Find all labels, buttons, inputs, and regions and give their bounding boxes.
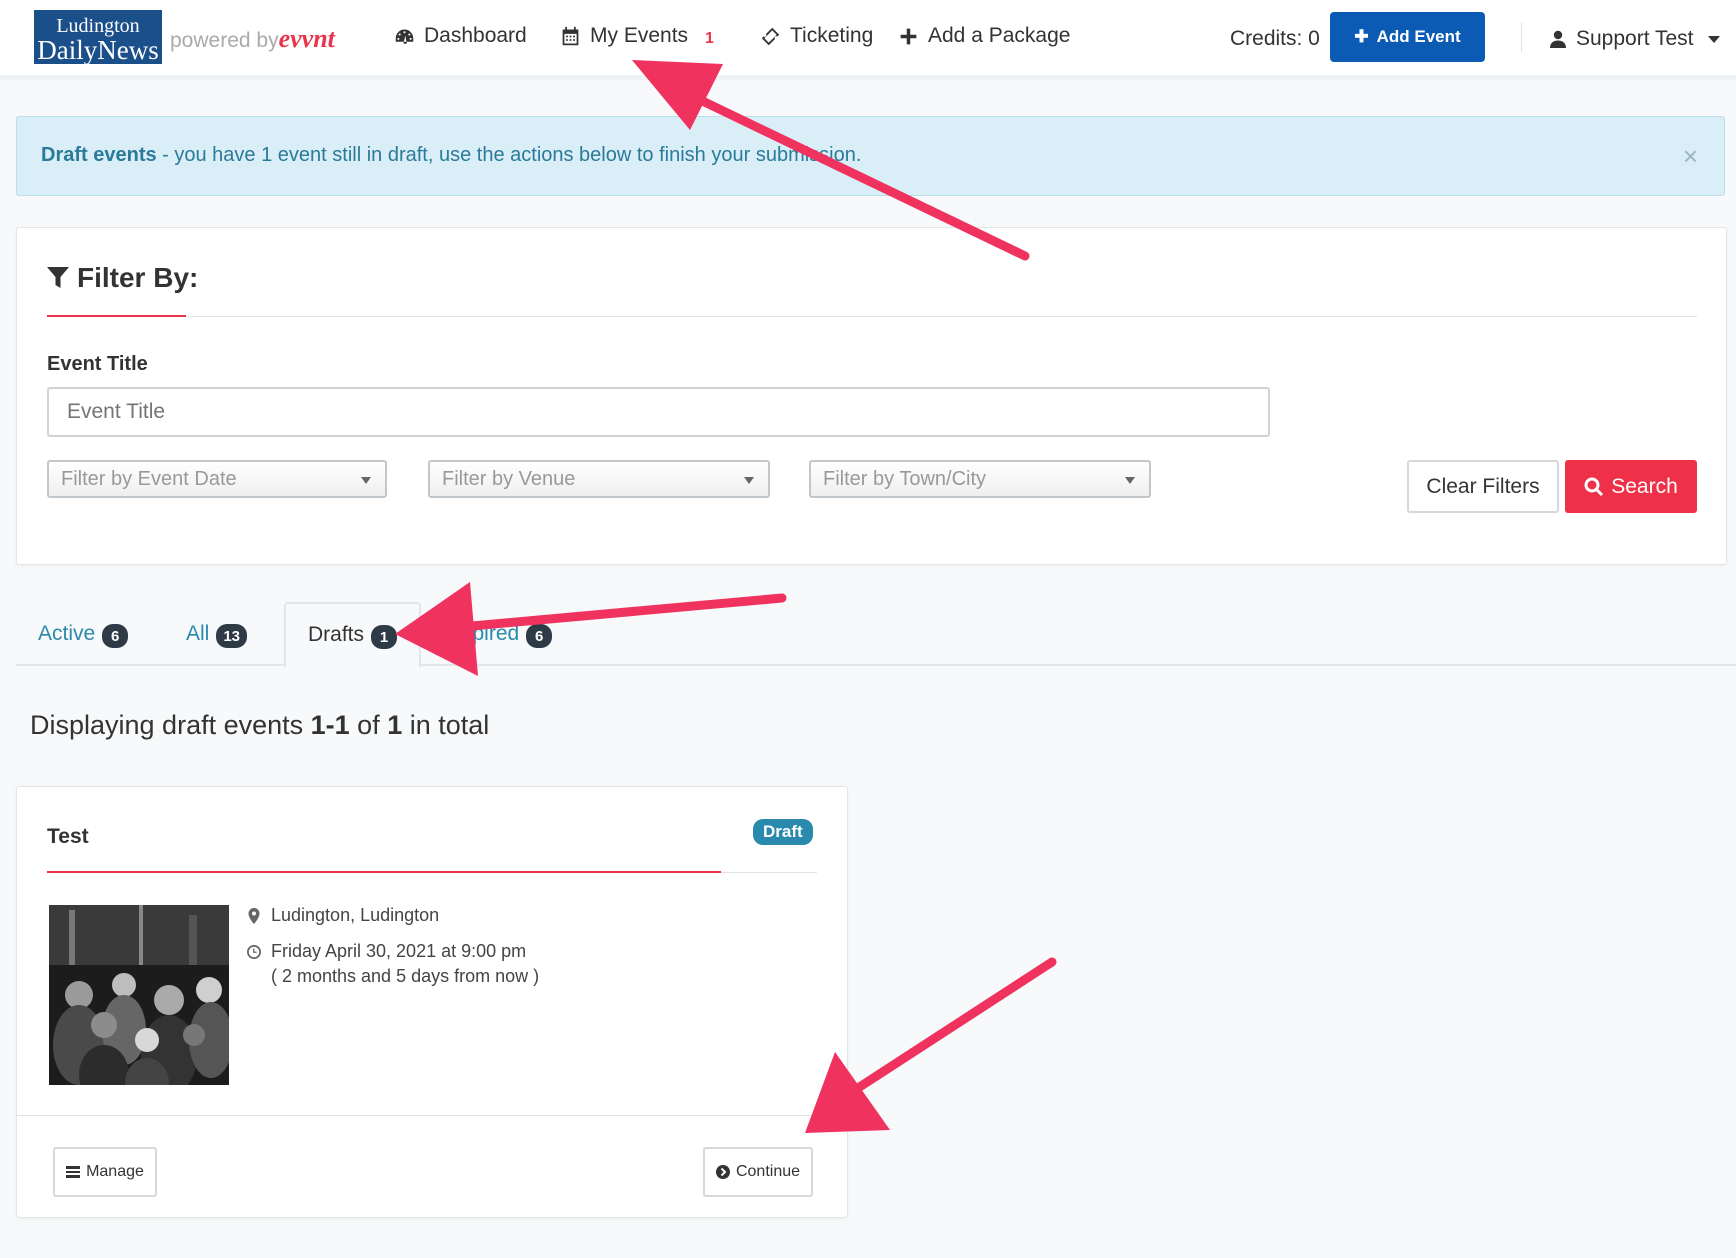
dropdown-arrow-icon xyxy=(1125,477,1135,484)
divider xyxy=(17,1115,847,1116)
listing-summary: Displaying draft events 1-1 of 1 in tota… xyxy=(30,710,490,740)
my-events-count: 1 xyxy=(705,30,714,47)
event-card: Test Draft Ludington, Ludington Friday A… xyxy=(16,786,848,1218)
tab-count-badge: 6 xyxy=(102,624,129,648)
credits-label: Credits: 0 xyxy=(1230,27,1320,50)
event-image xyxy=(49,905,229,1085)
nav-ticketing[interactable]: Ticketing xyxy=(760,24,873,48)
draft-alert: Draft events - you have 1 event still in… xyxy=(16,116,1725,196)
event-title[interactable]: Test xyxy=(47,825,89,849)
nav-add-package[interactable]: Add a Package xyxy=(898,24,1070,48)
event-relative-time: ( 2 months and 5 days from now ) xyxy=(271,966,540,986)
header-divider xyxy=(1521,22,1522,52)
site-logo[interactable]: Ludington DailyNews xyxy=(34,10,162,64)
tab-count-badge: 1 xyxy=(371,625,398,649)
filter-title: Filter By: xyxy=(47,262,198,294)
list-icon xyxy=(66,1166,81,1178)
search-icon xyxy=(1584,477,1604,496)
clear-filters-button[interactable]: Clear Filters xyxy=(1407,460,1559,513)
event-date-select[interactable]: Filter by Event Date xyxy=(47,460,387,498)
dropdown-arrow-icon xyxy=(744,477,754,484)
town-city-select[interactable]: Filter by Town/City xyxy=(809,460,1151,498)
event-tabs: Active 6 All 13 Drafts 1 Expired 6 xyxy=(16,602,1736,668)
clock-icon xyxy=(247,945,261,959)
nav-my-events[interactable]: My Events 1 xyxy=(560,24,714,48)
tab-expired[interactable]: Expired 6 xyxy=(426,602,574,666)
chevron-circle-right-icon xyxy=(715,1165,730,1179)
tab-active[interactable]: Active 6 xyxy=(16,602,150,666)
chevron-down-icon xyxy=(1707,35,1720,43)
user-menu[interactable]: Support Test xyxy=(1550,27,1720,51)
powered-by-label: powered byevvnt xyxy=(170,24,335,53)
tab-drafts[interactable]: Drafts 1 xyxy=(284,602,422,668)
map-marker-icon xyxy=(248,908,260,924)
continue-button[interactable]: Continue xyxy=(703,1147,813,1197)
search-button[interactable]: Search xyxy=(1565,460,1697,513)
evvnt-brand: evvnt xyxy=(278,24,335,53)
close-icon[interactable]: × xyxy=(1683,141,1698,172)
filter-panel: Filter By: Event Title Filter by Event D… xyxy=(16,227,1727,565)
tab-count-badge: 6 xyxy=(526,624,553,648)
crowd-photo xyxy=(49,905,229,1085)
event-title-label: Event Title xyxy=(47,353,148,375)
user-icon xyxy=(1550,30,1566,48)
ticket-icon xyxy=(761,27,780,45)
top-navbar: Ludington DailyNews powered byevvnt Dash… xyxy=(0,0,1736,80)
title-underline xyxy=(47,315,186,317)
manage-button[interactable]: Manage xyxy=(53,1147,157,1197)
divider xyxy=(47,316,1697,317)
event-title-input[interactable] xyxy=(47,387,1270,437)
venue-select[interactable]: Filter by Venue xyxy=(428,460,770,498)
calendar-icon xyxy=(562,26,579,45)
add-event-button[interactable]: ✚ Add Event xyxy=(1330,12,1485,62)
title-underline xyxy=(47,871,721,873)
status-badge: Draft xyxy=(753,819,813,845)
tab-all[interactable]: All 13 xyxy=(164,602,269,666)
plus-icon xyxy=(900,28,917,44)
filter-icon xyxy=(47,267,69,288)
nav-dashboard[interactable]: Dashboard xyxy=(394,24,527,48)
tab-count-badge: 13 xyxy=(216,624,248,648)
event-datetime: Friday April 30, 2021 at 9:00 pm ( 2 mon… xyxy=(247,941,539,987)
plus-icon: ✚ xyxy=(1354,27,1369,46)
dashboard-icon xyxy=(395,29,414,44)
event-location: Ludington, Ludington xyxy=(247,905,439,926)
page: Ludington DailyNews powered byevvnt Dash… xyxy=(0,0,1736,1258)
dropdown-arrow-icon xyxy=(361,477,371,484)
